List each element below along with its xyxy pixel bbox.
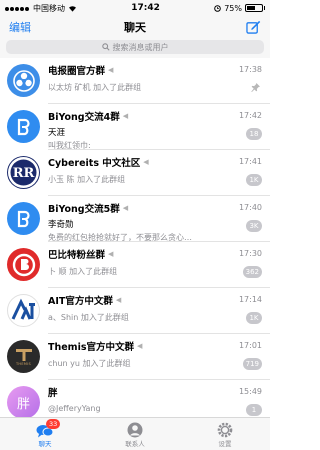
gear-icon xyxy=(217,422,233,438)
chat-row[interactable]: AIT官方中文群 ◀ a、Shin 加入了此群组 17:14 1K xyxy=(0,288,270,334)
chat-avatar: RR xyxy=(7,156,40,189)
tab-contacts[interactable]: 联系人 xyxy=(105,418,165,450)
chat-preview: 小玉 陈 加入了此群组 xyxy=(48,175,126,184)
chat-row[interactable]: 电报圈官方群 ◀ 以太坊 矿机 加入了此群组 17:38 xyxy=(0,58,270,104)
pin-icon xyxy=(251,83,260,92)
signal-icon xyxy=(5,4,30,13)
cybereits-logo-icon: RR xyxy=(8,157,39,188)
chat-time: 17:41 xyxy=(238,157,262,166)
tab-settings[interactable]: 设置 xyxy=(195,418,255,450)
nav-bar: 编辑 聊天 xyxy=(0,16,270,38)
tab-chats-label: 聊天 xyxy=(38,440,52,448)
chat-avatar xyxy=(7,294,40,327)
person-icon xyxy=(127,422,143,438)
chat-time: 17:40 xyxy=(238,203,262,212)
chat-row[interactable]: BiYong交流5群 ◀ 李奇勋 免费的红包抢抢就好了，不要那么贪心… 17:40… xyxy=(0,196,270,242)
alarm-icon xyxy=(214,4,222,12)
search-placeholder: 搜索消息或用户 xyxy=(112,42,169,52)
chat-avatar xyxy=(7,64,40,97)
8btc-logo-icon xyxy=(12,253,35,276)
chat-preview: 以太坊 矿机 加入了此群组 xyxy=(48,83,142,92)
chat-name: BiYong交流4群 xyxy=(48,112,120,123)
chat-sender: 李奇勋 xyxy=(48,220,74,230)
page-title: 聊天 xyxy=(124,21,146,34)
tab-chats-badge: 33 xyxy=(46,419,61,429)
chat-row[interactable]: RR Cybereits 中文社区 ◀ 小玉 陈 加入了此群组 17:41 1K xyxy=(0,150,270,196)
unread-badge: 3K xyxy=(246,220,262,232)
chat-avatar xyxy=(7,202,40,235)
tab-chats[interactable]: 聊天 33 xyxy=(15,418,75,450)
chat-row[interactable]: 巴比特粉丝群 ◀ 卜 顺 加入了此群组 17:30 362 xyxy=(0,242,270,288)
unread-badge: 18 xyxy=(246,128,262,140)
themis-wordmark: THEMIS xyxy=(15,361,32,366)
chat-time: 17:30 xyxy=(238,249,262,258)
chat-preview: chun yu 加入了此群组 xyxy=(48,359,131,368)
chat-row[interactable]: BiYong交流4群 ◀ 天涯 叫我红领巾: 17:42 18 xyxy=(0,104,270,150)
tab-contacts-label: 联系人 xyxy=(125,440,145,448)
edit-button[interactable]: 编辑 xyxy=(9,19,31,35)
carrier-name: 中国移动 xyxy=(33,3,65,13)
battery-percent: 75% xyxy=(224,3,242,13)
chat-time: 17:42 xyxy=(238,111,262,120)
chat-preview: a、Shin 加入了此群组 xyxy=(48,313,129,322)
wifi-icon xyxy=(69,5,76,12)
muted-icon: ◀ xyxy=(122,204,129,212)
muted-icon: ◀ xyxy=(143,158,149,166)
muted-icon: ◀ xyxy=(122,112,129,120)
chat-name: Themis官方中文群 xyxy=(48,342,134,353)
unread-badge: 1K xyxy=(246,174,262,186)
bitcoin-logo-icon xyxy=(17,210,30,227)
avatar-initial: 胖 xyxy=(16,397,30,412)
chat-preview: 卜 顺 加入了此群组 xyxy=(48,267,118,276)
themis-logo-icon xyxy=(15,348,32,361)
chat-sender: 天涯 xyxy=(48,128,66,138)
search-icon xyxy=(101,43,110,51)
chat-avatar: THEMIS xyxy=(7,340,40,373)
chat-name: 电报圈官方群 xyxy=(48,66,106,77)
chat-avatar xyxy=(7,110,40,143)
chat-name: BiYong交流5群 xyxy=(48,204,120,215)
search-input[interactable]: 搜索消息或用户 xyxy=(6,40,264,54)
muted-icon: ◀ xyxy=(115,296,122,304)
chat-row[interactable]: THEMIS Themis官方中文群 ◀ chun yu 加入了此群组 17:01… xyxy=(0,334,270,380)
chat-name: AIT官方中文群 xyxy=(48,296,113,307)
clock: 17:42 xyxy=(131,3,160,13)
battery-icon xyxy=(245,4,263,12)
chat-time: 17:38 xyxy=(238,65,262,74)
chat-preview: @JefferyYang xyxy=(48,404,101,413)
chat-avatar xyxy=(7,248,40,281)
unread-badge: 719 xyxy=(242,358,262,370)
chat-avatar: 胖 xyxy=(7,386,40,419)
chat-time: 15:49 xyxy=(238,387,262,396)
chat-name: 胖 xyxy=(48,388,58,399)
bitcoin-logo-icon xyxy=(17,118,30,135)
muted-icon: ◀ xyxy=(137,342,143,350)
chat-name: Cybereits 中文社区 xyxy=(48,158,141,169)
chat-name: 巴比特粉丝群 xyxy=(48,250,106,261)
muted-icon: ◀ xyxy=(108,250,114,258)
status-bar: 中国移动 17:42 75% xyxy=(0,0,270,16)
compose-icon[interactable] xyxy=(246,20,261,34)
search-area: 搜索消息或用户 xyxy=(0,38,270,58)
svg-text:RR: RR xyxy=(13,166,35,181)
chat-time: 17:14 xyxy=(238,295,262,304)
muted-icon: ◀ xyxy=(108,66,114,74)
tab-bar: 聊天 33 联系人 设置 xyxy=(0,417,270,450)
ait-logo-icon xyxy=(11,298,35,320)
chat-list: 电报圈官方群 ◀ 以太坊 矿机 加入了此群组 17:38 BiYong交流4群 ◀ … xyxy=(0,58,270,426)
unread-badge: 1 xyxy=(246,404,262,416)
flower-logo-icon xyxy=(12,69,35,92)
tab-settings-label: 设置 xyxy=(218,440,232,448)
unread-badge: 1K xyxy=(246,312,262,324)
chat-time: 17:01 xyxy=(238,341,262,350)
unread-badge: 362 xyxy=(242,266,262,278)
